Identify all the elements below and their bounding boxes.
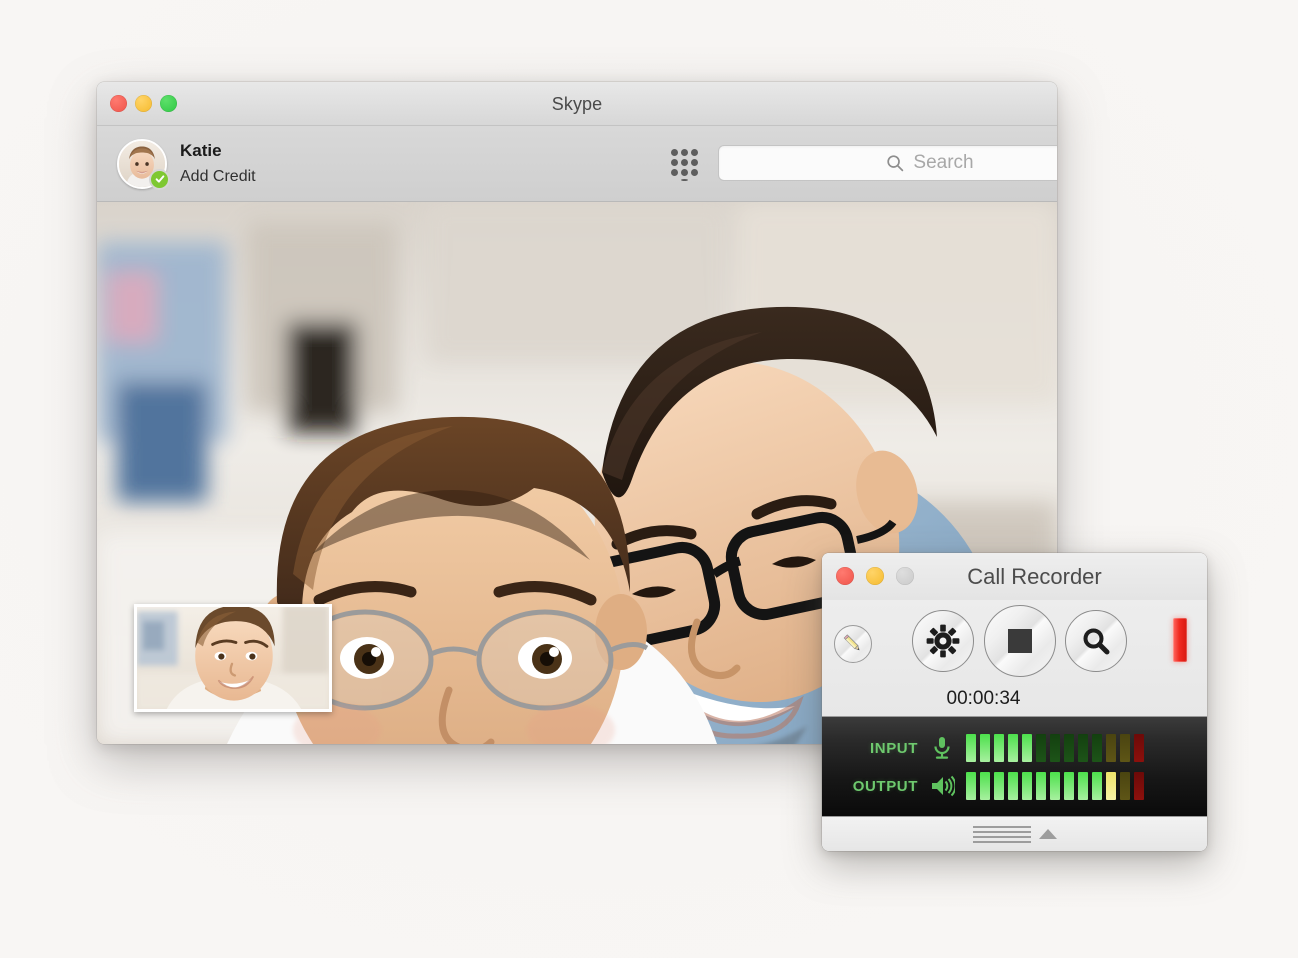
profile-block[interactable]: Katie Add Credit (117, 138, 256, 190)
dialpad-dot (670, 149, 678, 156)
grip-line (972, 840, 1031, 843)
profile-text: Katie Add Credit (180, 140, 256, 187)
meter-bar (1050, 772, 1060, 800)
stop-square-icon (1008, 629, 1032, 653)
meter-bar (1106, 734, 1116, 762)
checkmark-icon (155, 175, 164, 183)
status-badge (149, 168, 170, 190)
speaker-glyph (932, 775, 955, 797)
search-icon (886, 154, 904, 172)
meter-bar (1134, 772, 1144, 800)
output-label: OUTPUT (852, 777, 918, 795)
dialpad-icon[interactable] (668, 149, 700, 181)
dialpad-dot (680, 159, 688, 166)
meter-bar (1064, 734, 1074, 762)
grip-line (972, 830, 1031, 833)
recorder-footer[interactable] (822, 816, 1207, 851)
magnifier-glyph (887, 155, 904, 172)
output-meter-row: OUTPUT (822, 767, 1207, 805)
dialpad-grid (670, 149, 698, 176)
meter-bar (1036, 734, 1046, 762)
skype-titlebar: Skype (97, 82, 1057, 126)
magnifier-icon (1083, 628, 1110, 655)
input-meter-bars (966, 734, 1144, 762)
meter-bar (980, 772, 990, 800)
meter-bar (1120, 772, 1130, 800)
skype-window-title: Skype (551, 94, 603, 114)
grip-line (972, 825, 1031, 828)
speaker-icon (918, 773, 966, 799)
dialpad-dot (670, 169, 678, 176)
microphone-icon (918, 735, 966, 761)
meter-bar (980, 734, 990, 762)
self-preview-image (137, 607, 329, 709)
input-label: INPUT (870, 739, 918, 757)
meter-bar (966, 772, 976, 800)
avatar-wrap (117, 138, 170, 190)
recorder-toolbar: 00:00:34 (822, 600, 1207, 717)
skype-toolbar: Katie Add Credit Search (97, 126, 1057, 202)
meter-bar (1134, 734, 1144, 762)
meter-bar (1022, 734, 1032, 762)
edit-button[interactable] (834, 625, 872, 663)
resize-grip-icon[interactable] (972, 825, 1031, 843)
meter-bar (994, 734, 1004, 762)
meter-bar (1064, 772, 1074, 800)
dialpad-dot (680, 169, 688, 176)
search-placeholder: Search (913, 152, 974, 173)
video-call-self-preview[interactable] (134, 604, 332, 712)
add-credit-link[interactable]: Add Credit (180, 166, 256, 187)
meter-bar (1078, 734, 1088, 762)
dialpad-dot (670, 159, 678, 166)
meter-bar (1050, 734, 1060, 762)
output-meter-bars (966, 772, 1144, 800)
meter-bar (1092, 734, 1102, 762)
dialpad-dot (690, 159, 698, 166)
profile-name: Katie (180, 141, 222, 161)
input-meter-row: INPUT (822, 729, 1207, 767)
meter-bar (1078, 772, 1088, 800)
desktop-background: Skype Katie Add Credit Search Call Recor… (0, 0, 1298, 958)
meter-bar (994, 772, 1004, 800)
recorder-window-title: Call Recorder (967, 564, 1102, 589)
meter-bar (966, 734, 976, 762)
meter-bar (1008, 772, 1018, 800)
meter-bar (1106, 772, 1116, 800)
recorder-titlebar: Call Recorder (822, 553, 1207, 600)
meter-bar (1120, 734, 1130, 762)
call-recorder-window: Call Recorder 00:00:34 INPUT OUTPUT (822, 553, 1207, 851)
meter-bar (1092, 772, 1102, 800)
dialpad-dot (690, 169, 698, 176)
audio-meters: INPUT OUTPUT (822, 717, 1207, 816)
meter-bar (1022, 772, 1032, 800)
search-input[interactable]: Search (718, 145, 1057, 181)
record-level-indicator (1173, 618, 1187, 662)
gear-icon (926, 624, 960, 658)
dialpad-dot (680, 149, 688, 156)
dialpad-dot (680, 179, 688, 181)
stop-record-button[interactable] (984, 605, 1056, 677)
triangle-up-icon[interactable] (1038, 829, 1057, 839)
meter-bar (1008, 734, 1018, 762)
pencil-icon (843, 634, 860, 651)
grip-line (972, 835, 1031, 838)
settings-button[interactable] (912, 610, 974, 672)
meter-bar (1036, 772, 1046, 800)
microphone-glyph (934, 737, 950, 759)
dialpad-dot (690, 149, 698, 156)
recording-timer: 00:00:34 (946, 688, 1021, 709)
browse-recordings-button[interactable] (1065, 610, 1127, 672)
